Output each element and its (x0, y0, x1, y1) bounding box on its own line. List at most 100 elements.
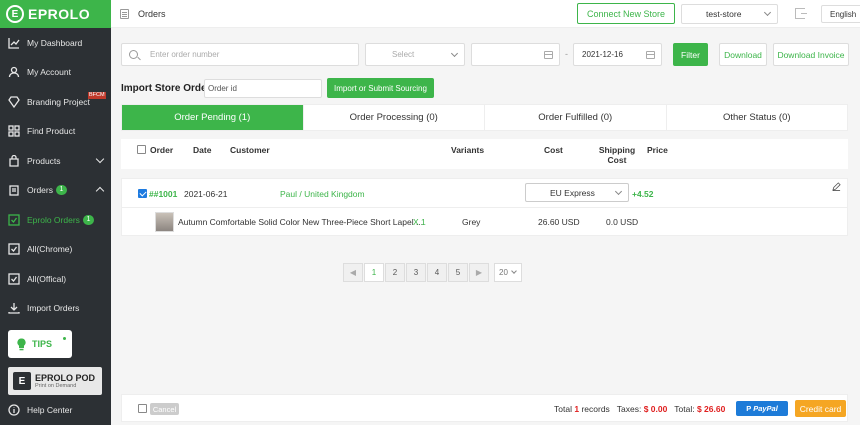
page-3[interactable]: 3 (406, 263, 426, 282)
total-records-text: Total 1 records Taxes: $ 0.00 Total: $ 2… (554, 404, 725, 414)
eprolo-pod-banner[interactable]: E EPROLO POD Print on Demand (8, 367, 102, 395)
total-prefix: Total (554, 404, 572, 414)
sidebar-item-label: Eprolo Orders (27, 215, 80, 225)
order-number-placeholder: Enter order number (150, 50, 220, 59)
sidebar-item-label: My Account (27, 67, 71, 77)
sidebar-item-all-offical[interactable]: All(Offical) (0, 268, 111, 290)
sidebar-item-help-center[interactable]: Help Center (0, 399, 111, 421)
sidebar-item-all-chrome[interactable]: All(Chrome) (0, 238, 111, 260)
top-header: Orders Connect New Store test-store Engl… (111, 0, 860, 28)
import-store-order-label: Import Store Order: (121, 83, 214, 94)
chevron-up-icon (95, 186, 105, 196)
language-select[interactable]: English (821, 5, 860, 23)
select-all-checkbox[interactable] (137, 145, 146, 154)
user-icon (8, 66, 20, 78)
sidebar: E EPROLO My Dashboard My Account Brandin… (0, 0, 111, 425)
shipping-method-select[interactable]: EU Express (525, 183, 629, 202)
sidebar-item-label: Products (27, 156, 61, 166)
order-id-placeholder: Order id (208, 84, 237, 93)
date-from-input[interactable] (471, 43, 560, 66)
filter-button[interactable]: Filter (673, 43, 708, 66)
logout-icon[interactable] (795, 8, 807, 19)
records-label: records (581, 404, 610, 414)
tab-order-pending[interactable]: Order Pending (1) (122, 105, 304, 130)
date-to-value: 2021-12-16 (582, 50, 623, 59)
bfcm-badge: BFCM (88, 92, 106, 99)
product-title[interactable]: Autumn Comfortable Solid Color New Three… (178, 217, 423, 227)
sidebar-item-import-orders[interactable]: Import Orders (0, 297, 111, 319)
sidebar-item-account[interactable]: My Account (0, 61, 111, 83)
sidebar-item-label: All(Chrome) (27, 244, 73, 254)
connect-new-store-button[interactable]: Connect New Store (577, 3, 675, 24)
date-range-separator: - (565, 49, 568, 59)
order-card: ##1001 2021-06-21 Paul / United Kingdom … (121, 178, 848, 236)
order-date: 2021-06-21 (184, 189, 228, 199)
edit-icon[interactable] (832, 182, 841, 191)
download-invoice-button[interactable]: Download Invoice (773, 43, 849, 66)
check-square-icon (8, 243, 20, 255)
order-number-search[interactable]: Enter order number (121, 43, 359, 66)
sidebar-item-branding[interactable]: Branding Project BFCM (0, 91, 111, 113)
column-cost: Cost (544, 145, 563, 155)
page-size-value: 20 (499, 268, 508, 277)
next-page-button[interactable]: ▶ (469, 263, 489, 282)
page-4[interactable]: 4 (427, 263, 447, 282)
logo-text: EPROLO (28, 6, 91, 22)
tab-other-status[interactable]: Other Status (0) (667, 105, 848, 130)
sidebar-item-label: Branding Project (27, 97, 90, 107)
order-id-link[interactable]: ##1001 (149, 189, 177, 199)
chevron-down-icon (614, 187, 623, 196)
product-variant: Grey (462, 217, 481, 227)
prev-page-button[interactable]: ◀ (343, 263, 363, 282)
paypal-icon: P (746, 404, 752, 413)
sidebar-item-products[interactable]: Products (0, 150, 111, 172)
sidebar-item-label: Find Product (27, 126, 76, 136)
info-icon (8, 404, 20, 416)
tab-order-fulfilled[interactable]: Order Fulfilled (0) (485, 105, 667, 130)
page-2[interactable]: 2 (385, 263, 405, 282)
sidebar-item-eprolo-orders[interactable]: Eprolo Orders 1 (0, 209, 111, 231)
import-submit-sourcing-button[interactable]: Import or Submit Sourcing (327, 78, 434, 98)
column-customer: Customer (230, 145, 270, 155)
calendar-icon (646, 51, 655, 59)
eprolo-logo-icon: E (6, 5, 24, 23)
download-icon (8, 302, 20, 314)
taxes-value: $ 0.00 (643, 404, 668, 414)
credit-card-button[interactable]: Credit card (795, 400, 846, 417)
chevron-down-icon (450, 49, 459, 58)
app-logo[interactable]: E EPROLO (0, 0, 111, 28)
store-select[interactable]: test-store (681, 4, 778, 24)
tab-order-processing[interactable]: Order Processing (0) (304, 105, 485, 130)
status-select[interactable]: Select (365, 43, 465, 66)
orders-count-badge: 1 (55, 185, 67, 195)
sidebar-item-find-product[interactable]: Find Product (0, 120, 111, 142)
total-label: Total: (674, 404, 695, 414)
date-to-input[interactable]: 2021-12-16 (573, 43, 662, 66)
sidebar-item-orders[interactable]: Orders 1 (0, 179, 111, 201)
page-1[interactable]: 1 (364, 263, 384, 282)
bag-icon (8, 155, 20, 167)
orders-table-header: Order Date Customer Variants Cost Shippi… (121, 139, 848, 169)
order-footer-bar: Cancel Total 1 records Taxes: $ 0.00 Tot… (121, 394, 848, 422)
page-size-select[interactable]: 20 (494, 263, 522, 282)
page-5[interactable]: 5 (448, 263, 468, 282)
footer-select-all-checkbox[interactable] (138, 404, 147, 413)
product-cost: 26.60 USD (538, 217, 580, 227)
order-price: +4.52 (632, 189, 654, 199)
sidebar-item-dashboard[interactable]: My Dashboard (0, 32, 111, 54)
product-thumbnail[interactable] (155, 212, 174, 232)
clipboard-icon (8, 184, 20, 196)
column-order: Order (150, 145, 174, 155)
column-variants: Variants (451, 145, 485, 155)
order-status-tabs: Order Pending (1) Order Processing (0) O… (121, 104, 848, 131)
shipping-method-value: EU Express (550, 187, 595, 198)
chevron-down-icon (95, 154, 105, 164)
order-id-input[interactable]: Order id (204, 79, 322, 98)
order-checkbox[interactable] (138, 189, 147, 198)
tips-button[interactable]: TIPS (8, 330, 72, 358)
order-customer: Paul / United Kingdom (280, 189, 365, 199)
cancel-button[interactable]: Cancel (150, 403, 179, 415)
paypal-button[interactable]: P PayPal (736, 401, 788, 416)
download-button[interactable]: Download (719, 43, 767, 66)
orders-page-icon (120, 9, 129, 19)
